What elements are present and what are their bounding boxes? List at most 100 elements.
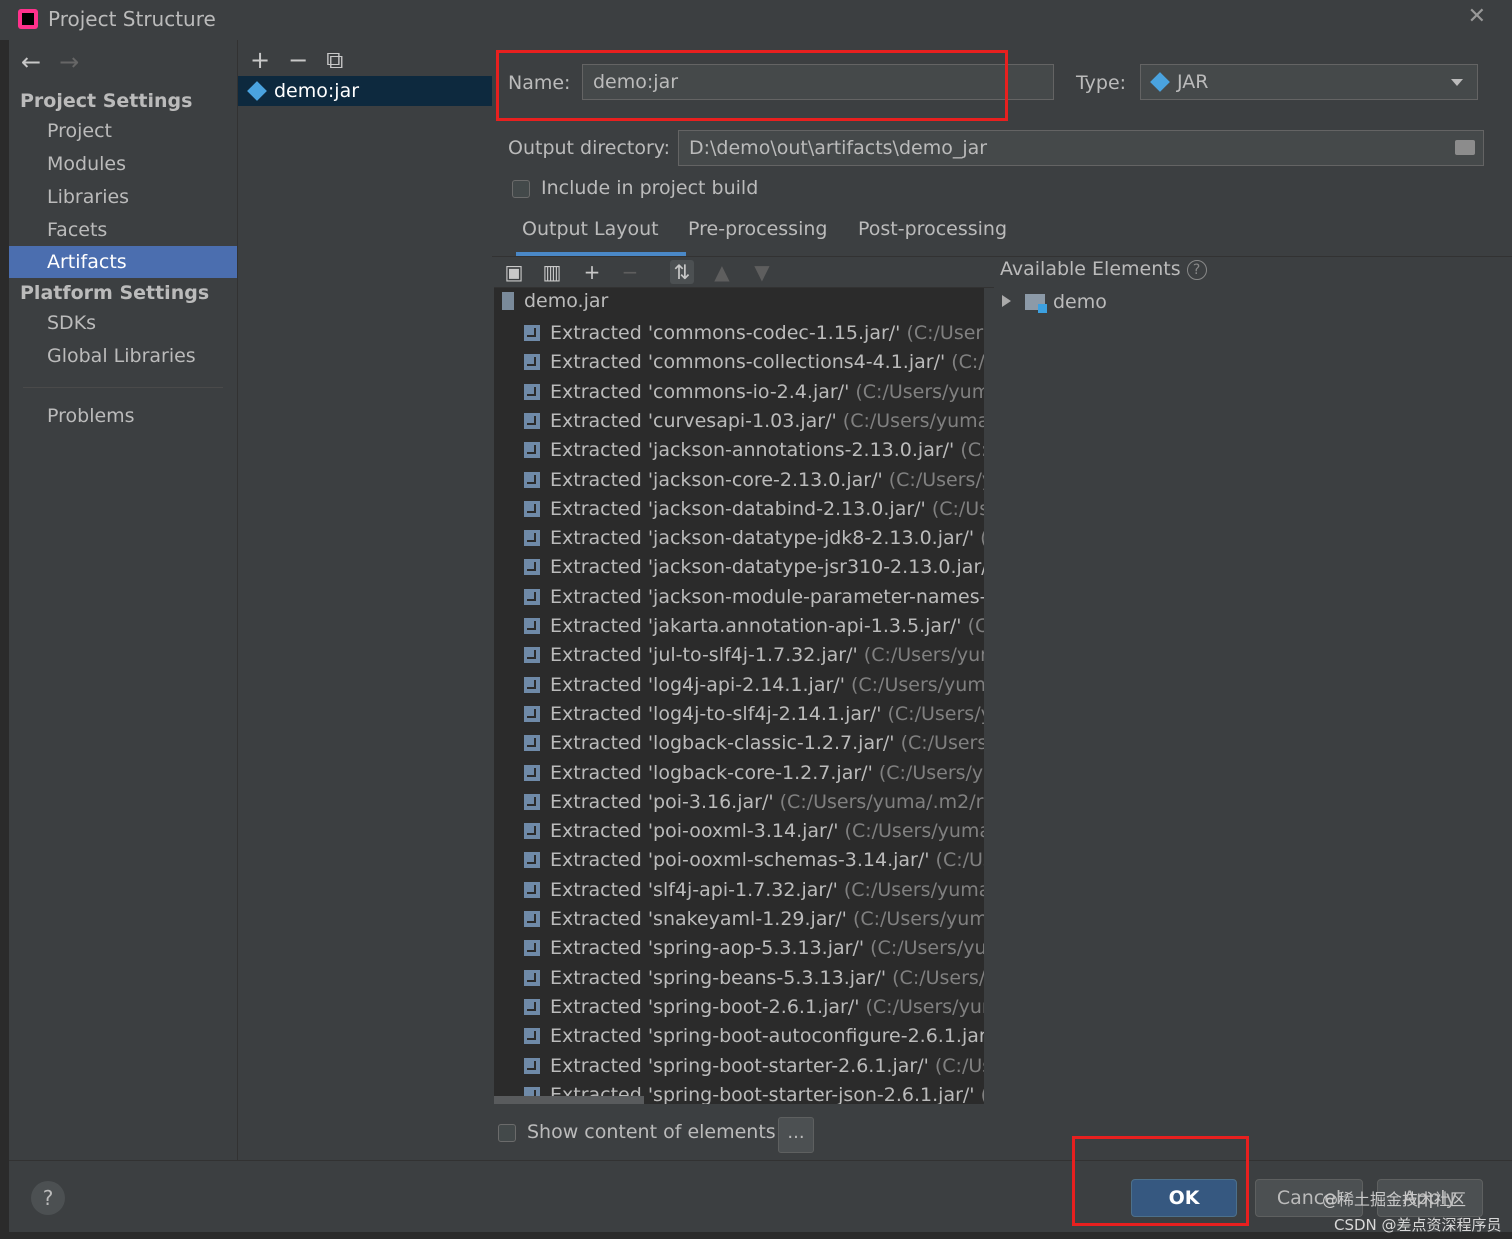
tab-pre-processing[interactable]: Pre-processing: [688, 218, 827, 240]
output-directory-label: Output directory:: [508, 137, 671, 159]
help-button[interactable]: ?: [31, 1181, 65, 1215]
tree-row[interactable]: Extracted 'jackson-module-parameter-name…: [524, 583, 988, 612]
forward-arrow-icon[interactable]: →: [59, 48, 79, 76]
tree-row[interactable]: Extracted 'jul-to-slf4j-1.7.32.jar/' (C:…: [524, 641, 988, 670]
tree-row[interactable]: Extracted 'spring-boot-autoconfigure-2.6…: [524, 1022, 988, 1051]
tree-row[interactable]: Extracted 'jackson-datatype-jdk8-2.13.0.…: [524, 524, 988, 553]
add-copy-icon[interactable]: +: [580, 260, 604, 284]
artifact-label: demo:jar: [274, 80, 360, 102]
tree-row-name: Extracted 'spring-boot-starter-2.6.1.jar…: [550, 1054, 929, 1077]
tree-row[interactable]: Extracted 'commons-io-2.4.jar/' (C:/User…: [524, 378, 988, 407]
tree-row-name: Extracted 'poi-3.16.jar/': [550, 790, 774, 813]
tree-row[interactable]: Extracted 'spring-boot-2.6.1.jar/' (C:/U…: [524, 993, 988, 1022]
tree-row-name: Extracted 'spring-aop-5.3.13.jar/': [550, 937, 865, 960]
expand-arrow-icon[interactable]: [1002, 295, 1011, 307]
tree-row[interactable]: Extracted 'poi-ooxml-schemas-3.14.jar/' …: [524, 846, 988, 875]
output-directory-input[interactable]: D:\demo\out\artifacts\demo_jar: [678, 130, 1484, 166]
tree-row-name: Extracted 'snakeyaml-1.29.jar/': [550, 908, 847, 930]
tree-row-path: (C:/Users/yur: [906, 322, 988, 344]
create-archive-icon[interactable]: ▥: [540, 260, 564, 284]
back-arrow-icon[interactable]: ←: [21, 48, 41, 76]
tree-row[interactable]: Extracted 'log4j-api-2.14.1.jar/' (C:/Us…: [524, 671, 988, 700]
sidebar-item-modules[interactable]: Modules: [9, 148, 237, 180]
tree-row[interactable]: Extracted 'spring-aop-5.3.13.jar/' (C:/U…: [524, 934, 988, 963]
extracted-archive-icon: [524, 559, 540, 576]
tree-row-name: Extracted 'jackson-datatype-jsr310-2.13.…: [550, 556, 988, 579]
tree-row-path: (C:/Users/yuma: [892, 966, 988, 989]
tree-row-path: (C:/Users/yuma/: [878, 761, 988, 784]
tree-row-path: (C:/Users/yum: [900, 732, 988, 755]
tree-root-label: demo.jar: [524, 290, 609, 312]
folder-browse-icon[interactable]: [1455, 140, 1475, 155]
extracted-archive-icon: [524, 1028, 540, 1045]
question-mark-icon[interactable]: ?: [1186, 260, 1207, 280]
copy-icon[interactable]: ⧉: [326, 46, 343, 74]
tree-row-name: Extracted 'slf4j-api-1.7.32.jar/': [550, 878, 838, 901]
tree-row[interactable]: Extracted 'log4j-to-slf4j-2.14.1.jar/' (…: [524, 700, 988, 729]
tree-row-name: Extracted 'commons-codec-1.15.jar/': [550, 322, 901, 344]
tree-row[interactable]: Extracted 'jackson-datatype-jsr310-2.13.…: [524, 553, 988, 582]
tree-row[interactable]: Extracted 'commons-collections4-4.1.jar/…: [524, 348, 988, 377]
tree-row[interactable]: Extracted 'spring-boot-starter-2.6.1.jar…: [524, 1052, 988, 1081]
tree-row[interactable]: Extracted 'jackson-databind-2.13.0.jar/'…: [524, 495, 988, 524]
ok-button[interactable]: OK: [1131, 1179, 1237, 1217]
tree-row[interactable]: Extracted 'slf4j-api-1.7.32.jar/' (C:/Us…: [524, 876, 988, 905]
artifact-list-item[interactable]: demo:jar: [238, 76, 493, 106]
tree-row-name: Extracted 'jackson-module-parameter-name…: [550, 585, 988, 608]
extracted-archive-icon: [524, 500, 540, 517]
tree-row[interactable]: Extracted 'jakarta.annotation-api-1.3.5.…: [524, 612, 988, 641]
tree-row[interactable]: Extracted 'logback-core-1.2.7.jar/' (C:/…: [524, 759, 988, 788]
tree-row-path: (C:/Users/yuma: [887, 702, 989, 725]
sidebar-item-libraries[interactable]: Libraries: [9, 181, 237, 213]
close-icon[interactable]: ✕: [1468, 4, 1486, 29]
name-input[interactable]: demo:jar: [582, 64, 1054, 100]
tab-output-layout[interactable]: Output Layout: [522, 218, 659, 240]
tree-row[interactable]: Extracted 'poi-3.16.jar/' (C:/Users/yuma…: [524, 788, 988, 817]
add-icon[interactable]: +: [250, 46, 270, 74]
move-down-icon[interactable]: ▼: [750, 260, 774, 284]
show-content-checkbox[interactable]: [498, 1124, 516, 1142]
sort-icon[interactable]: ⇅: [670, 260, 694, 284]
artifact-list-panel: + − ⧉ demo:jar: [237, 40, 493, 1160]
extracted-archive-icon: [524, 969, 540, 986]
create-directory-icon[interactable]: ▣: [502, 260, 526, 284]
tree-row[interactable]: Extracted 'snakeyaml-1.29.jar/' (C:/User…: [524, 905, 988, 934]
sidebar-item-project[interactable]: Project: [9, 115, 237, 147]
tree-row[interactable]: Extracted 'jackson-annotations-2.13.0.ja…: [524, 436, 988, 465]
move-up-icon[interactable]: ▲: [710, 260, 734, 284]
tree-row[interactable]: Extracted 'curvesapi-1.03.jar/' (C:/User…: [524, 407, 988, 436]
tree-row[interactable]: Extracted 'spring-beans-5.3.13.jar/' (C:…: [524, 964, 988, 993]
available-element-label: demo: [1053, 291, 1107, 313]
tree-row[interactable]: Extracted 'jackson-core-2.13.0.jar/' (C:…: [524, 466, 988, 495]
sidebar-item-artifacts[interactable]: Artifacts: [9, 246, 237, 278]
extracted-archive-icon: [524, 1057, 540, 1074]
available-elements-heading: Available Elements?: [1000, 258, 1207, 280]
sidebar-item-global-libraries[interactable]: Global Libraries: [9, 340, 237, 372]
tree-horizontal-scrollbar[interactable]: [494, 1096, 644, 1104]
tree-row[interactable]: Extracted 'poi-ooxml-3.14.jar/' (C:/User…: [524, 817, 988, 846]
sidebar-item-facets[interactable]: Facets: [9, 214, 237, 246]
tree-root-item[interactable]: demo.jar: [502, 290, 608, 319]
type-dropdown[interactable]: JAR: [1140, 64, 1478, 100]
navigation-arrows: ← →: [21, 48, 79, 76]
tree-row[interactable]: Extracted 'commons-codec-1.15.jar/' (C:/…: [524, 319, 988, 348]
show-content-options-button[interactable]: ...: [778, 1117, 814, 1153]
remove-icon[interactable]: −: [288, 46, 308, 74]
extracted-archive-icon: [524, 852, 540, 869]
tree-row-name: Extracted 'poi-ooxml-3.14.jar/': [550, 820, 839, 843]
extracted-archive-icon: [524, 764, 540, 781]
tab-post-processing[interactable]: Post-processing: [858, 218, 1007, 240]
intellij-app-icon: [18, 9, 38, 29]
tree-row[interactable]: Extracted 'logback-classic-1.2.7.jar/' (…: [524, 729, 988, 758]
tree-row-name: Extracted 'log4j-to-slf4j-2.14.1.jar/': [550, 702, 882, 725]
output-layout-tree: demo.jar Extracted 'commons-codec-1.15.j…: [494, 288, 988, 1104]
tree-row-path: (C:/Users/yuma/.m: [863, 644, 988, 667]
tree-vertical-scrollbar[interactable]: [984, 288, 994, 1104]
remove-element-icon[interactable]: −: [618, 260, 642, 284]
sidebar-item-sdks[interactable]: SDKs: [9, 307, 237, 339]
sidebar-item-problems[interactable]: Problems: [9, 400, 237, 432]
include-in-build-label: Include in project build: [541, 177, 759, 199]
available-element-item[interactable]: demo: [1002, 291, 1107, 313]
extracted-archive-icon: [524, 998, 540, 1015]
include-in-build-checkbox[interactable]: [512, 180, 530, 198]
